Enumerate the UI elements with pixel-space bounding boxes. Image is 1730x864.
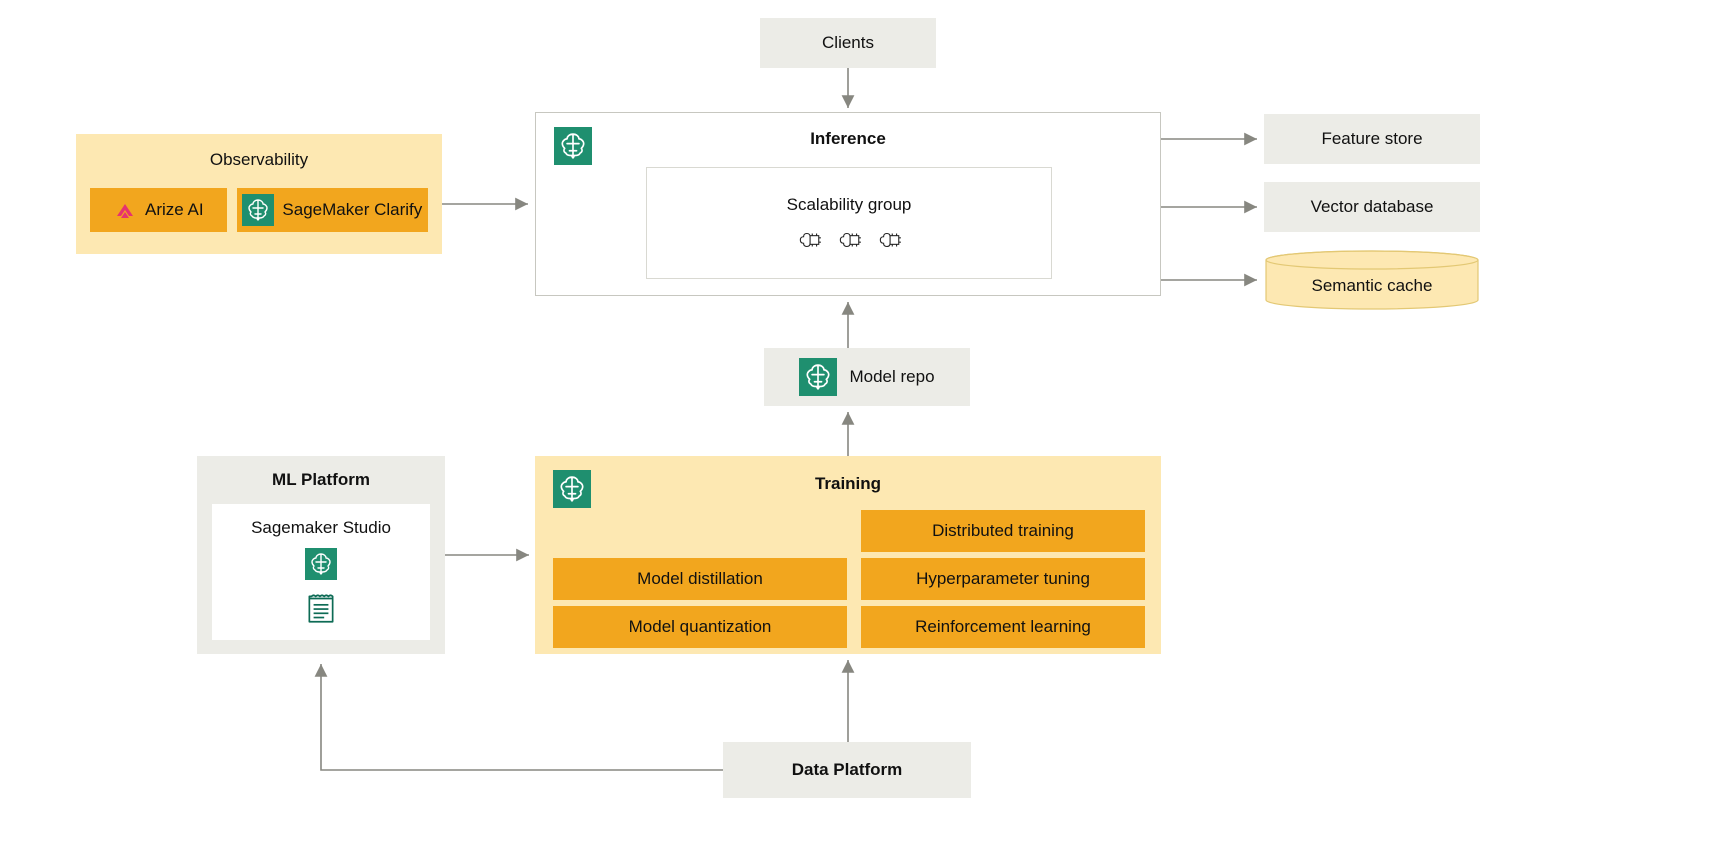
- model-quantization-box: Model quantization: [553, 606, 847, 648]
- arrow-inference-to-semantic-cache: [1161, 278, 1261, 282]
- distributed-training-label: Distributed training: [932, 521, 1074, 541]
- model-distillation-box: Model distillation: [553, 558, 847, 600]
- arrow-mlplatform-to-training: [445, 553, 533, 557]
- clients-label: Clients: [822, 33, 874, 53]
- clarify-box: SageMaker Clarify: [237, 188, 428, 232]
- model-repo-box: Model repo: [764, 348, 970, 406]
- arrow-dataplatform-to-mlplatform: [319, 654, 725, 774]
- arize-label: Arize AI: [145, 200, 204, 220]
- arrow-modelrepo-to-inference: [846, 296, 850, 348]
- reinforcement-learning-box: Reinforcement learning: [861, 606, 1145, 648]
- training-title: Training: [535, 474, 1161, 494]
- scalability-label: Scalability group: [787, 195, 912, 215]
- sagemaker-icon: [242, 194, 274, 226]
- sagemaker-studio-label: Sagemaker Studio: [251, 518, 391, 538]
- clients-box: Clients: [760, 18, 936, 68]
- sagemaker-studio-box: Sagemaker Studio: [212, 504, 430, 640]
- brain-chip-icon: [796, 229, 822, 251]
- training-container: Training Distributed training Model dist…: [535, 456, 1161, 654]
- ml-platform-container: ML Platform Sagemaker Studio: [197, 456, 445, 654]
- sagemaker-icon: [305, 548, 337, 580]
- vector-db-box: Vector database: [1264, 182, 1480, 232]
- ml-platform-title: ML Platform: [272, 470, 370, 490]
- hyperparameter-tuning-box: Hyperparameter tuning: [861, 558, 1145, 600]
- observability-title: Observability: [210, 150, 308, 170]
- arrow-inference-to-vector-db: [1161, 205, 1261, 209]
- feature-store-box: Feature store: [1264, 114, 1480, 164]
- observability-container: Observability Arize AI SageMaker Clarify: [76, 134, 442, 254]
- inference-container: Inference Scalability group: [535, 112, 1161, 296]
- model-repo-label: Model repo: [849, 367, 934, 387]
- model-distillation-label: Model distillation: [637, 569, 763, 589]
- data-platform-label: Data Platform: [792, 760, 903, 780]
- feature-store-label: Feature store: [1321, 129, 1422, 149]
- arrow-training-to-modelrepo: [846, 406, 850, 458]
- arrow-observability-to-inference: [442, 202, 532, 206]
- arize-icon: [113, 198, 137, 222]
- model-quantization-label: Model quantization: [629, 617, 772, 637]
- brain-chip-icon: [876, 229, 902, 251]
- arize-box: Arize AI: [90, 188, 227, 232]
- brain-chip-icon: [836, 229, 862, 251]
- notebook-icon: [305, 590, 337, 626]
- arrow-clients-to-inference: [846, 68, 850, 112]
- scalability-group-box: Scalability group: [646, 167, 1052, 279]
- distributed-training-box: Distributed training: [861, 510, 1145, 552]
- hyperparameter-tuning-label: Hyperparameter tuning: [916, 569, 1090, 589]
- semantic-cache-label: Semantic cache: [1264, 276, 1480, 296]
- clarify-label: SageMaker Clarify: [282, 200, 422, 220]
- arrow-dataplatform-to-training: [846, 654, 850, 742]
- vector-db-label: Vector database: [1311, 197, 1434, 217]
- inference-title: Inference: [536, 129, 1160, 149]
- data-platform-box: Data Platform: [723, 742, 971, 798]
- sagemaker-icon: [799, 358, 837, 396]
- reinforcement-learning-label: Reinforcement learning: [915, 617, 1091, 637]
- semantic-cache-cylinder: Semantic cache: [1264, 250, 1480, 314]
- arrow-inference-to-feature-store: [1161, 137, 1261, 141]
